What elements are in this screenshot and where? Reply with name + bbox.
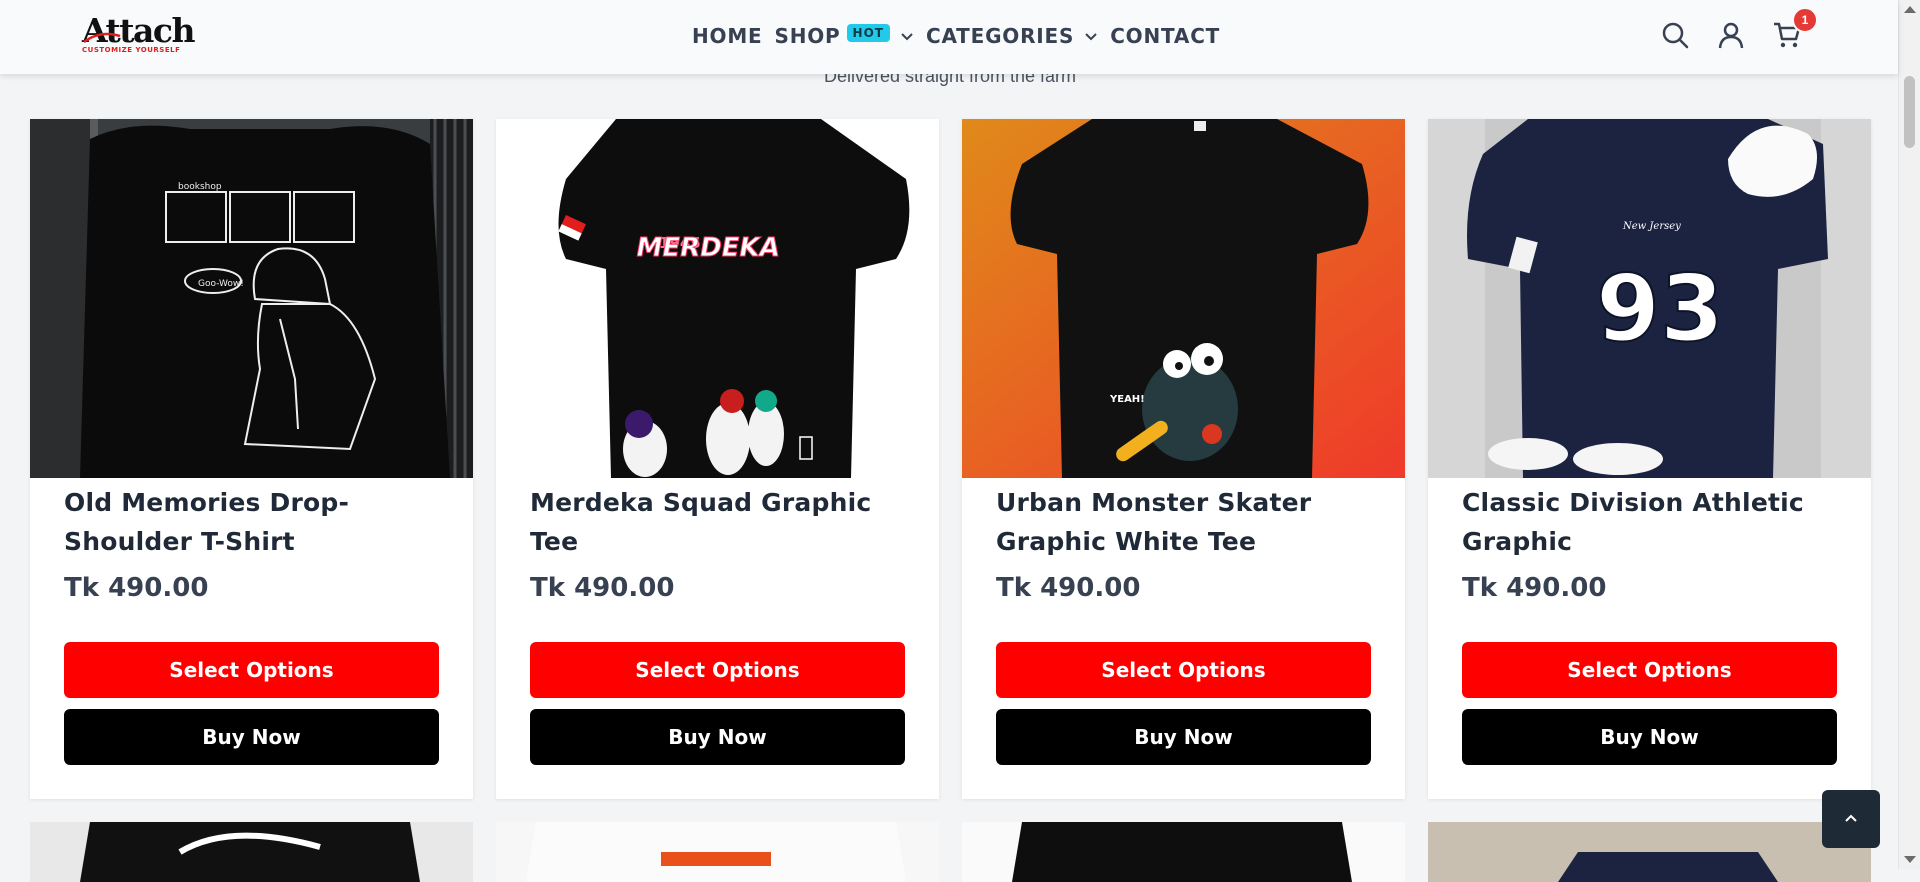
back-to-top-button[interactable]	[1822, 790, 1880, 848]
scroll-up-arrow[interactable]	[1904, 6, 1916, 13]
scroll-down-arrow[interactable]	[1904, 856, 1916, 863]
product-card[interactable]: YEAH! Urban Monster Skater Graphic White…	[962, 119, 1405, 799]
nav-contact-label[interactable]: CONTACT	[1110, 24, 1220, 48]
product-price: Tk 490.00	[996, 573, 1141, 603]
chevron-up-icon	[1845, 814, 1857, 822]
product-card-partial[interactable]	[30, 822, 473, 882]
nav-home[interactable]: HOME	[692, 24, 763, 48]
logo-text: Attach	[82, 11, 195, 50]
nav-home-label[interactable]: HOME	[692, 24, 763, 48]
buy-now-button[interactable]: Buy Now	[530, 709, 905, 765]
site-header: Attach CUSTOMIZE YOURSELF HOME SHOP HOT …	[0, 0, 1898, 74]
svg-text:bookshop: bookshop	[178, 182, 222, 192]
buy-now-button[interactable]: Buy Now	[1462, 709, 1837, 765]
scrollbar-thumb[interactable]	[1904, 76, 1915, 148]
nav-categories-label[interactable]: CATEGORIES	[926, 24, 1074, 48]
buy-now-button[interactable]: Buy Now	[64, 709, 439, 765]
chevron-down-icon[interactable]	[900, 29, 914, 43]
nav-categories[interactable]: CATEGORIES	[926, 24, 1098, 48]
user-icon[interactable]	[1716, 20, 1746, 50]
nav-contact[interactable]: CONTACT	[1110, 24, 1220, 48]
product-image[interactable]: Goo-Wow! bookshop	[30, 119, 473, 478]
chevron-down-icon[interactable]	[1084, 29, 1098, 43]
nav-shop[interactable]: SHOP HOT	[775, 24, 914, 48]
product-title[interactable]: Merdeka Squad Graphic Tee	[530, 483, 905, 561]
main-nav: HOME SHOP HOT CATEGORIES CONTACT	[692, 24, 1232, 48]
product-card[interactable]: Goo-Wow! bookshop Old Memories Drop-Shou…	[30, 119, 473, 799]
cart-count-badge: 1	[1792, 7, 1818, 33]
product-image[interactable]: 1945 MERDEKA	[496, 119, 939, 478]
product-card[interactable]: 1945 MERDEKA Merdeka Squad Graphic Tee T…	[496, 119, 939, 799]
svg-text:93: 93	[1596, 255, 1724, 362]
product-grid-row-2	[30, 822, 1872, 882]
select-options-button[interactable]: Select Options	[996, 642, 1371, 698]
product-card-partial[interactable]	[1428, 822, 1871, 882]
product-card-partial[interactable]	[962, 822, 1405, 882]
select-options-button[interactable]: Select Options	[1462, 642, 1837, 698]
product-image[interactable]: 93 New Jersey	[1428, 119, 1871, 478]
search-icon[interactable]	[1660, 20, 1690, 50]
nav-shop-label[interactable]: SHOP	[775, 24, 841, 48]
product-price: Tk 490.00	[64, 573, 209, 603]
page-scrollbar[interactable]	[1898, 0, 1920, 869]
product-price: Tk 490.00	[1462, 573, 1607, 603]
svg-text:YEAH!: YEAH!	[1109, 394, 1145, 405]
site-logo[interactable]: Attach CUSTOMIZE YOURSELF	[82, 14, 198, 58]
product-title[interactable]: Urban Monster Skater Graphic White Tee	[996, 483, 1371, 561]
product-card-partial[interactable]	[496, 822, 939, 882]
svg-text:MERDEKA: MERDEKA	[634, 233, 783, 263]
select-options-button[interactable]: Select Options	[64, 642, 439, 698]
main-content: Delivered straight from the farm Goo-Wow…	[0, 0, 1898, 882]
hot-badge: HOT	[846, 24, 890, 42]
header-actions: 1	[1660, 7, 1818, 50]
product-image[interactable]: YEAH!	[962, 119, 1405, 478]
product-title[interactable]: Old Memories Drop-Shoulder T-Shirt	[64, 483, 439, 561]
svg-text:Goo-Wow!: Goo-Wow!	[198, 279, 244, 289]
product-title[interactable]: Classic Division Athletic Graphic	[1462, 483, 1837, 561]
product-price: Tk 490.00	[530, 573, 675, 603]
buy-now-button[interactable]: Buy Now	[996, 709, 1371, 765]
select-options-button[interactable]: Select Options	[530, 642, 905, 698]
svg-text:New Jersey: New Jersey	[1622, 221, 1681, 232]
cart-button[interactable]: 1	[1772, 7, 1818, 50]
product-grid: Goo-Wow! bookshop Old Memories Drop-Shou…	[30, 119, 1872, 799]
product-card[interactable]: 93 New Jersey Classic Division Athletic …	[1428, 119, 1871, 799]
